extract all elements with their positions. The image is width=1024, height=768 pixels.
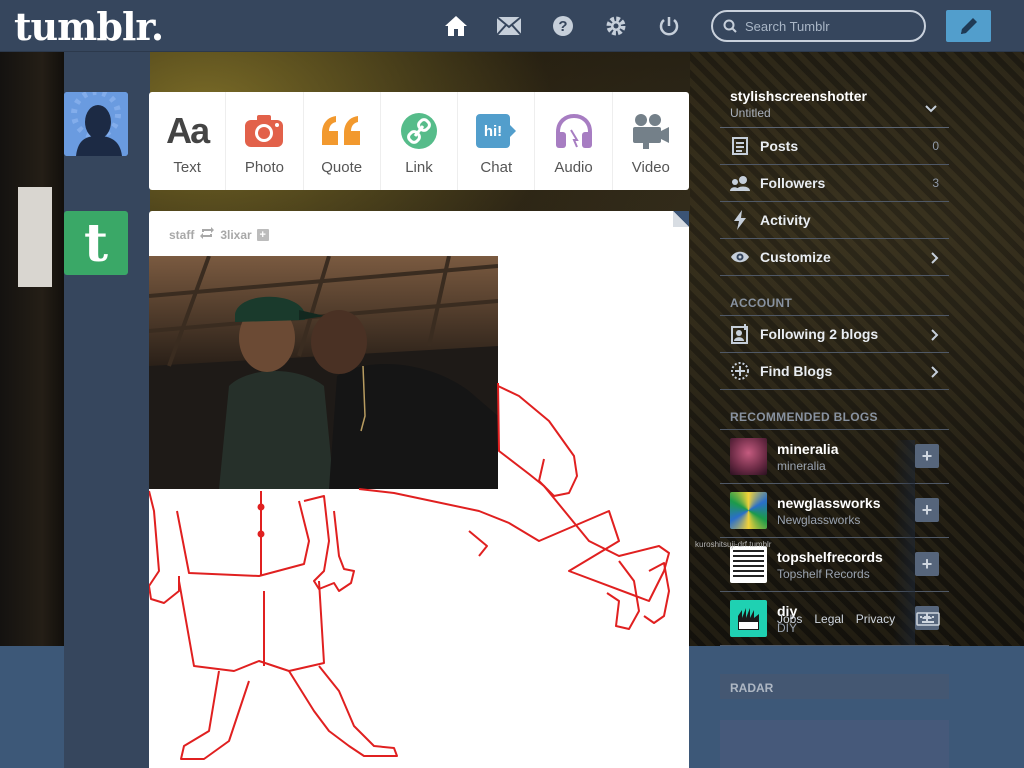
post-type-link[interactable]: Link (381, 92, 459, 190)
sidebar-item-customize[interactable]: Customize (720, 239, 949, 276)
chevron-right-icon (931, 251, 939, 269)
sidebar-item-followers[interactable]: Followers 3 (720, 165, 949, 202)
blog-name: stylishscreenshotter (730, 88, 867, 104)
camera-icon (244, 111, 284, 151)
headphones-icon (553, 111, 595, 151)
footer-links: Jobs Legal Privacy (777, 612, 895, 626)
link-icon (400, 111, 438, 151)
followers-count: 3 (932, 176, 939, 190)
post-type-quote[interactable]: Quote (304, 92, 381, 190)
follow-button[interactable]: + (915, 444, 939, 468)
top-header: tumblr. ? (0, 0, 1024, 52)
chevron-right-icon (931, 365, 939, 383)
svg-text:?: ? (558, 18, 567, 35)
lightning-icon (730, 210, 750, 230)
post-type-text[interactable]: Aa Text (149, 92, 227, 190)
post-type-audio[interactable]: Audio (535, 92, 613, 190)
power-icon[interactable] (656, 13, 682, 39)
post-type-video[interactable]: Video (613, 92, 689, 190)
help-icon[interactable]: ? (550, 13, 576, 39)
eye-icon (730, 247, 750, 267)
compose-button[interactable] (946, 10, 991, 42)
sidebar-item-find-blogs[interactable]: Find Blogs (720, 353, 949, 390)
post-type-photo[interactable]: Photo (226, 92, 304, 190)
blog-switcher[interactable]: stylishscreenshotter Untitled (720, 80, 949, 128)
post-sketch-drawing (149, 382, 670, 760)
sidebar-item-posts[interactable]: Posts 0 (720, 128, 949, 165)
post-type-bar: Aa Text Photo Quote Link hi! Chat Audio (149, 92, 689, 190)
staff-avatar[interactable]: t (64, 211, 128, 275)
posts-icon (730, 136, 750, 156)
posts-count: 0 (932, 139, 939, 153)
blog-thumbnail (730, 438, 767, 475)
home-icon[interactable] (443, 13, 469, 39)
chevron-right-icon (931, 328, 939, 346)
dashboard-post: staff 3lixar + (149, 211, 689, 768)
recommended-section-title: RECOMMENDED BLOGS (720, 390, 949, 430)
post-type-chat[interactable]: hi! Chat (458, 92, 536, 190)
background-figure (0, 52, 70, 646)
user-avatar[interactable] (64, 92, 128, 156)
footer-link-jobs[interactable]: Jobs (777, 612, 802, 626)
sidebar-shadow (893, 440, 915, 645)
pencil-icon (960, 18, 977, 34)
dashboard-left-column (64, 52, 150, 768)
mail-icon[interactable] (496, 13, 522, 39)
blog-subtitle: Untitled (730, 106, 771, 120)
quote-icon (320, 111, 364, 151)
footer-link-legal[interactable]: Legal (814, 612, 843, 626)
followers-icon (730, 173, 750, 193)
follow-button[interactable]: + (915, 552, 939, 576)
background-credit: kuroshitsuji-drf.tumblr (695, 540, 772, 549)
blog-thumbnail (730, 492, 767, 529)
account-section-title: ACCOUNT (720, 276, 949, 316)
text-icon: Aa (166, 109, 210, 151)
chat-icon: hi! (475, 111, 517, 151)
radar-content (720, 720, 949, 768)
search-input[interactable] (745, 18, 915, 34)
chevron-down-icon (925, 100, 937, 118)
following-icon (730, 324, 750, 344)
sidebar-item-activity[interactable]: Activity (720, 202, 949, 239)
sidebar-item-following[interactable]: Following 2 blogs (720, 316, 949, 353)
blog-thumbnail (730, 600, 767, 637)
radar-section-title: RADAR (720, 674, 949, 699)
search-box[interactable] (711, 10, 926, 42)
svg-text:hi!: hi! (484, 123, 502, 140)
video-camera-icon (631, 111, 671, 151)
search-icon (723, 19, 737, 33)
tumblr-logo[interactable]: tumblr. (14, 4, 164, 49)
follow-button[interactable]: + (915, 498, 939, 522)
keyboard-icon[interactable] (916, 612, 940, 631)
blog-thumbnail (730, 546, 767, 583)
gear-icon[interactable] (603, 13, 629, 39)
find-blogs-icon (730, 361, 750, 381)
footer-link-privacy[interactable]: Privacy (856, 612, 895, 626)
